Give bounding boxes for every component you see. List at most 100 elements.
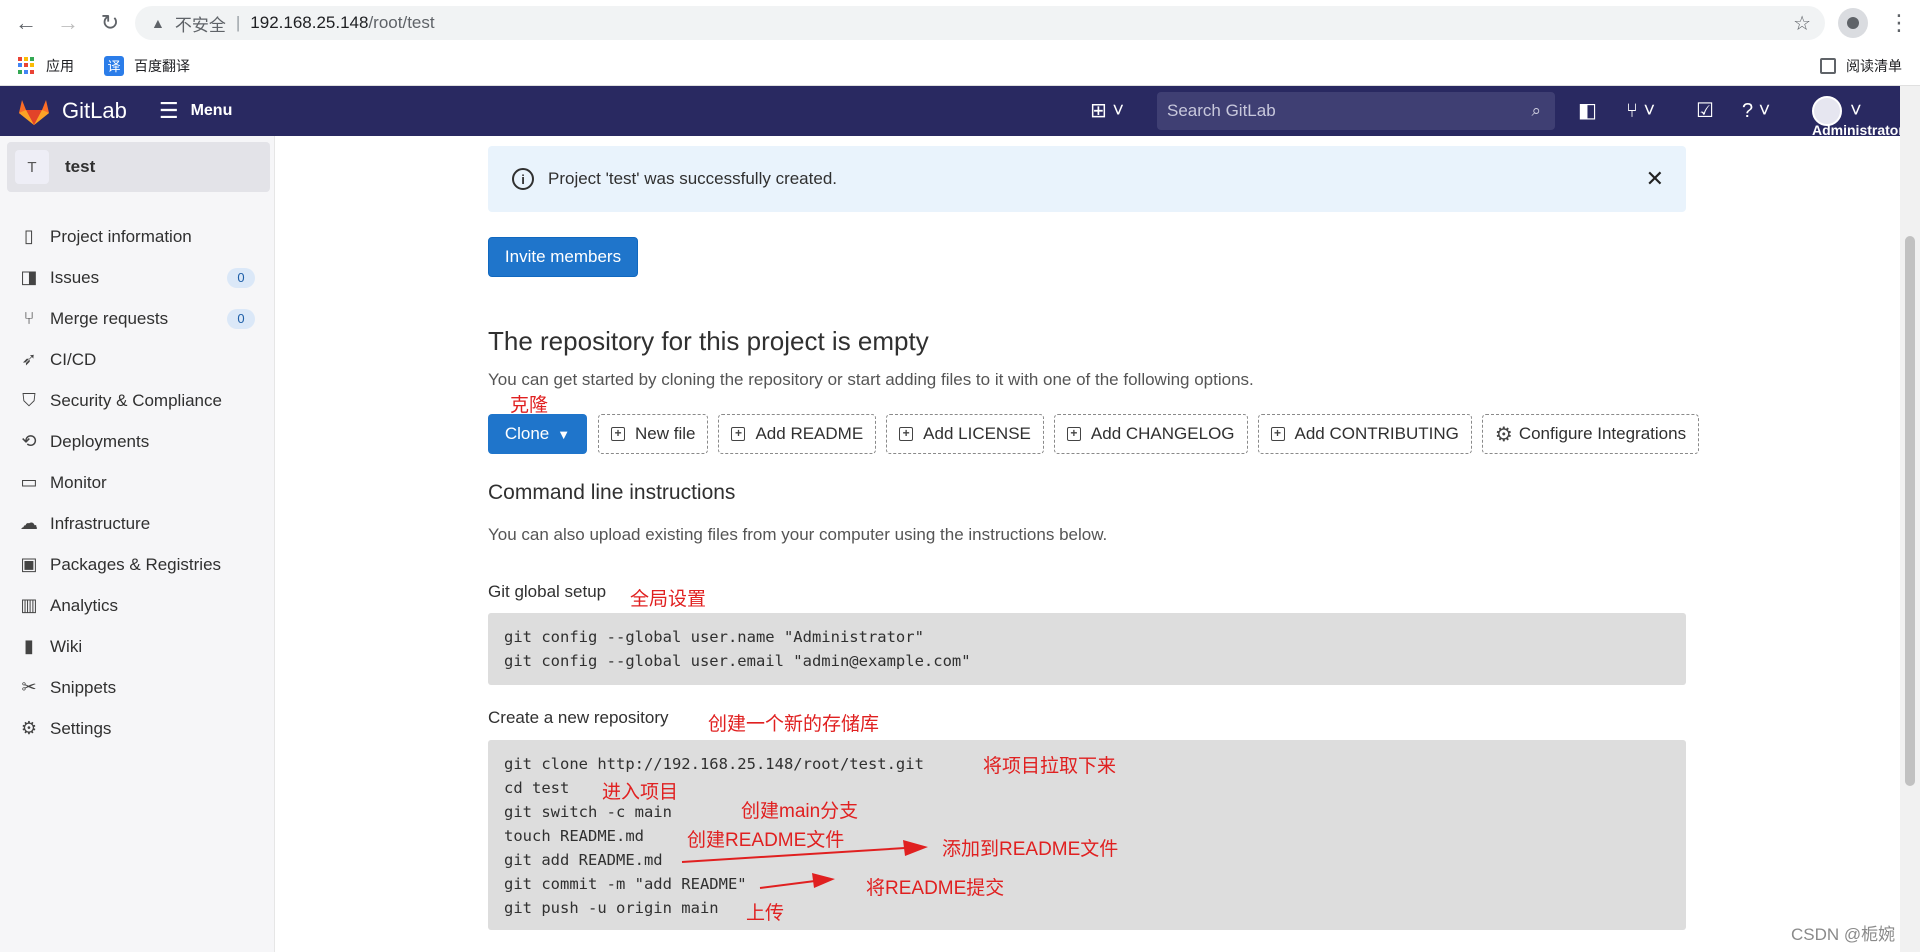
sidebar-item-label: Wiki (50, 636, 83, 656)
add-changelog-button[interactable]: + Add CHANGELOG (1053, 414, 1248, 454)
bookmark-baidu-translate[interactable]: 译 百度翻译 (92, 55, 190, 76)
empty-repo-description: You can get started by cloning the repos… (488, 370, 1254, 389)
gear-icon: ⚙ (20, 718, 38, 738)
new-item-icon[interactable]: ⊞ ˅ (1090, 98, 1124, 124)
annotation-clone: 克隆 (510, 395, 549, 416)
issues-icon: ◨ (20, 267, 38, 287)
invite-members-button[interactable]: Invite members (488, 237, 638, 277)
sidebar-item-packages[interactable]: ▣ Packages & Registries (0, 544, 275, 585)
new-file-label: New file (635, 424, 696, 443)
success-alert: i Project 'test' was successfully create… (488, 146, 1686, 212)
shield-icon: ⛉ (22, 390, 36, 410)
sidebar-item-cicd[interactable]: ➶ CI/CD (0, 339, 275, 380)
more-menu-icon[interactable]: ⋮ (1888, 8, 1910, 38)
sidebar-item-settings[interactable]: ⚙ Settings (0, 708, 275, 749)
plus-square-icon: + (611, 427, 625, 441)
add-readme-button[interactable]: + Add README (718, 414, 877, 454)
code-line: cd test (504, 779, 570, 797)
plus-square-icon: + (731, 427, 746, 441)
menu-button[interactable]: ☰ Menu (159, 98, 233, 124)
annotation-new-repo: 创建一个新的存储库 (708, 714, 880, 735)
sidebar-item-security[interactable]: ⛉ Security & Compliance (0, 380, 275, 421)
bookmark-star-icon[interactable]: ☆ (1793, 11, 1811, 36)
package-icon: ▣ (20, 554, 38, 574)
bookmark-translate-label: 百度翻译 (134, 57, 190, 74)
user-label: Administrator (1812, 122, 1904, 138)
empty-repo-title: The repository for this project is empty (488, 326, 929, 356)
chevron-down-icon[interactable]: ˅ (1850, 98, 1862, 124)
clone-button[interactable]: Clone ▼ (488, 414, 587, 454)
close-icon[interactable]: ✕ (1646, 166, 1664, 192)
sidebar-project[interactable]: T test (7, 142, 270, 192)
annotation-pull: 将项目拉取下来 (983, 756, 1117, 777)
sidebar-item-wiki[interactable]: ▮ Wiki (0, 626, 275, 667)
merge-request-icon: ⑂ (23, 308, 35, 328)
code-line: git commit -m "add README" (504, 875, 747, 893)
search-icon: ⌕ (1531, 101, 1541, 120)
sidebar-item-label: Analytics (50, 595, 119, 615)
new-repo-title: Create a new repository (488, 708, 669, 727)
sidebar-item-label: Deployments (50, 431, 150, 451)
gitlab-brand[interactable]: GitLab (62, 98, 127, 124)
search-input[interactable]: Search GitLab ⌕ (1157, 92, 1555, 130)
sidebar-item-infrastructure[interactable]: ☁ Infrastructure (0, 503, 275, 544)
bookmark-apps[interactable]: 应用 (18, 56, 74, 76)
annotation-upload: 上传 (746, 903, 785, 924)
merge-requests-header-icon[interactable]: ⑂ ˅ (1626, 98, 1655, 124)
sidebar-item-label: Issues (50, 267, 100, 287)
add-changelog-label: Add CHANGELOG (1090, 424, 1235, 443)
configure-integrations-button[interactable]: ⚙ Configure Integrations (1481, 414, 1700, 454)
back-icon[interactable]: ← (10, 7, 42, 39)
global-setup-code[interactable]: git config --global user.name "Administr… (488, 613, 1686, 685)
deployments-icon: ⟲ (21, 431, 37, 451)
rocket-icon: ➶ (21, 349, 37, 369)
plus-square-icon: + (1270, 427, 1285, 441)
global-setup-title: Git global setup (488, 582, 607, 601)
annotation-add-readme: 添加到README文件 (942, 839, 1119, 860)
sidebar-item-label: Security & Compliance (50, 390, 222, 410)
sidebar-item-issues[interactable]: ◨ Issues 0 (0, 257, 275, 298)
forward-icon[interactable]: → (52, 7, 84, 39)
new-file-button[interactable]: + New file (598, 414, 709, 454)
sidebar-item-deployments[interactable]: ⟲ Deployments (0, 421, 275, 462)
reload-icon[interactable]: ↻ (94, 7, 126, 39)
url-path: /root/test (368, 13, 435, 32)
profile-icon[interactable] (1838, 8, 1868, 38)
scrollbar-thumb[interactable] (1905, 236, 1915, 786)
browser-toolbar: ← → ↻ ▲ 不安全 | 192.168.25.148 /root/test … (0, 0, 1920, 46)
repo-actions: Clone ▼ + New file + Add README + Add LICEN… (488, 414, 1709, 454)
clone-label: Clone (504, 424, 550, 443)
annotation-commit-readme: 将README提交 (866, 878, 1005, 899)
page-scrollbar[interactable] (1900, 86, 1920, 952)
issues-count-badge: 0 (227, 267, 255, 288)
sidebar-item-snippets[interactable]: ✂ Snippets (0, 667, 275, 708)
sidebar-item-analytics[interactable]: ▥ Analytics (0, 585, 275, 626)
code-line: git push -u origin main (504, 899, 719, 917)
sidebar-item-project-information[interactable]: ▯ Project information (0, 216, 275, 257)
annotation-branch: 创建main分支 (741, 801, 859, 822)
sidebar-item-monitor[interactable]: ▭ Monitor (0, 462, 275, 503)
add-readme-label: Add README (755, 424, 864, 443)
command-line-title: Command line instructions (488, 481, 736, 504)
sidebar-item-label: Settings (50, 718, 112, 738)
sidebar-item-label: Snippets (50, 677, 117, 697)
annotation-global: 全局设置 (630, 589, 707, 610)
add-contributing-button[interactable]: + Add CONTRIBUTING (1257, 414, 1472, 454)
warning-icon: ▲ (151, 15, 165, 31)
project-icon: ▯ (24, 226, 34, 246)
address-bar[interactable]: ▲ 不安全 | 192.168.25.148 /root/test ☆ (135, 6, 1825, 40)
plus-square-icon: + (899, 427, 914, 441)
issues-header-icon[interactable]: ◧ (1578, 98, 1597, 124)
add-contributing-label: Add CONTRIBUTING (1294, 424, 1459, 443)
search-placeholder: Search GitLab (1167, 101, 1276, 120)
reading-list[interactable]: 阅读清单 (1820, 56, 1902, 76)
gear-icon: ⚙ (1494, 423, 1513, 446)
monitor-icon: ▭ (20, 472, 38, 492)
help-icon[interactable]: ? ˅ (1742, 98, 1770, 124)
gitlab-header: GitLab ☰ Menu ⊞ ˅ Search GitLab ⌕ ◧ ⑂ ˅ … (0, 86, 1904, 138)
sidebar-item-label: Infrastructure (50, 513, 151, 533)
todo-icon[interactable]: ☑ (1696, 98, 1714, 124)
gitlab-logo-icon[interactable] (18, 96, 50, 126)
add-license-button[interactable]: + Add LICENSE (886, 414, 1044, 454)
sidebar-item-merge-requests[interactable]: ⑂ Merge requests 0 (0, 298, 275, 339)
